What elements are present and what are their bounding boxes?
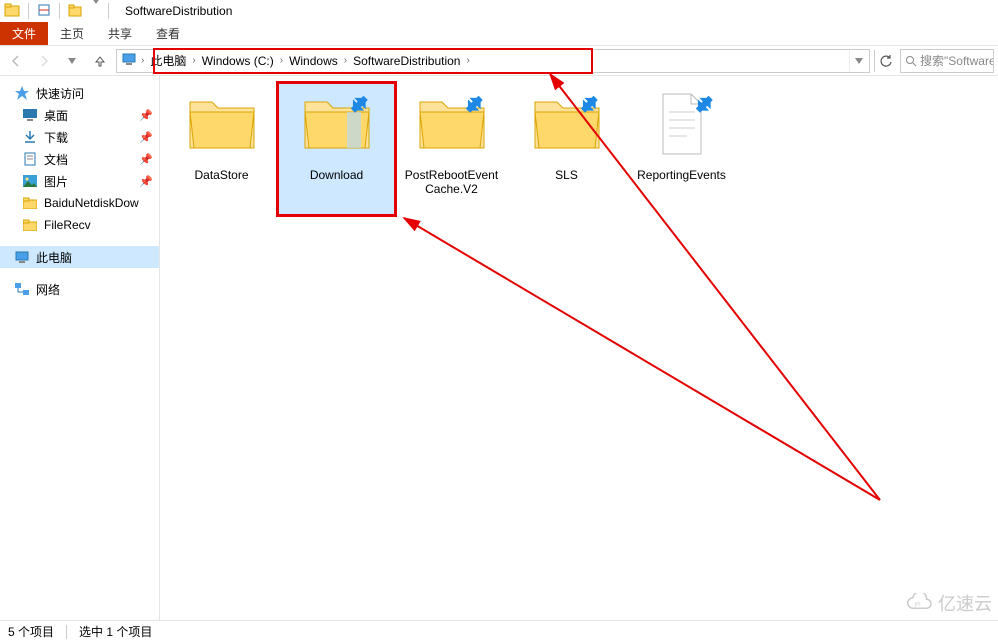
folder-icon xyxy=(531,92,603,164)
file-icon xyxy=(646,92,718,164)
back-button[interactable] xyxy=(4,49,28,73)
crumb-drive[interactable]: Windows (C:) xyxy=(198,54,278,68)
folder-icon xyxy=(416,92,488,164)
share-overlay-icon xyxy=(579,94,601,116)
share-overlay-icon xyxy=(464,94,486,116)
sidebar-label: 网络 xyxy=(36,281,60,298)
folder-icon xyxy=(4,2,20,21)
pin-icon: 📌 xyxy=(139,175,153,188)
folder-item[interactable]: DataStore xyxy=(164,84,279,214)
sidebar-item-label: 图片 xyxy=(44,173,68,190)
sidebar-item-downloads[interactable]: 下载 📌 xyxy=(0,126,159,148)
watermark: ys 亿速云 xyxy=(904,590,992,616)
chevron-right-icon[interactable]: › xyxy=(342,55,349,66)
sidebar-item-label: 桌面 xyxy=(44,107,68,124)
sidebar-item-label: 下载 xyxy=(44,129,68,146)
sidebar-item-desktop[interactable]: 桌面 📌 xyxy=(0,104,159,126)
divider xyxy=(66,625,67,639)
pin-icon: 📌 xyxy=(139,109,153,122)
breadcrumb: 此电脑 › Windows (C:) › Windows › SoftwareD… xyxy=(146,50,471,72)
picture-icon xyxy=(22,173,38,189)
chevron-right-icon[interactable]: › xyxy=(278,55,285,66)
ribbon-tabs: 文件 主页 共享 查看 xyxy=(0,22,998,46)
sidebar-label: 快速访问 xyxy=(36,85,84,102)
main-area: 快速访问 桌面 📌 下载 📌 文档 📌 图片 📌 BaiduNetdiskDow Fil… xyxy=(0,76,998,620)
address-bar[interactable]: › 此电脑 › Windows (C:) › Windows › Softwar… xyxy=(116,49,870,73)
forward-button[interactable] xyxy=(32,49,56,73)
divider xyxy=(59,3,60,19)
search-icon xyxy=(905,55,917,67)
sidebar-item-documents[interactable]: 文档 📌 xyxy=(0,148,159,170)
tab-share[interactable]: 共享 xyxy=(96,22,144,45)
qat-dropdown-icon[interactable] xyxy=(92,4,100,18)
status-count: 5 个项目 xyxy=(8,623,54,640)
file-label: Download xyxy=(310,168,363,182)
search-placeholder: 搜索"SoftwareD xyxy=(920,52,994,69)
pc-icon xyxy=(121,52,137,69)
folder-item-selected[interactable]: Download xyxy=(279,84,394,214)
sidebar-network[interactable]: 网络 xyxy=(0,278,159,300)
file-label: DataStore xyxy=(194,168,248,182)
recent-dropdown[interactable] xyxy=(60,49,84,73)
document-icon xyxy=(22,151,38,167)
chevron-right-icon[interactable]: › xyxy=(139,55,146,66)
search-input[interactable]: 搜索"SoftwareD xyxy=(900,49,994,73)
folder-icon xyxy=(22,195,38,211)
file-label: PostRebootEventCache.V2 xyxy=(402,168,502,196)
file-label: ReportingEvents xyxy=(637,168,726,182)
folder-icon xyxy=(186,92,258,164)
sidebar-item-baidu[interactable]: BaiduNetdiskDow xyxy=(0,192,159,214)
share-overlay-icon xyxy=(349,94,371,116)
refresh-button[interactable] xyxy=(874,50,896,72)
sidebar-item-filerecv[interactable]: FileRecv xyxy=(0,214,159,236)
share-overlay-icon xyxy=(694,94,716,116)
file-item[interactable]: ReportingEvents xyxy=(624,84,739,214)
title-bar: SoftwareDistribution xyxy=(0,0,998,22)
sidebar-item-label: BaiduNetdiskDow xyxy=(44,196,139,210)
tab-file[interactable]: 文件 xyxy=(0,22,48,45)
download-icon xyxy=(22,129,38,145)
svg-text:ys: ys xyxy=(915,601,921,607)
file-label: SLS xyxy=(555,168,578,182)
watermark-text: 亿速云 xyxy=(938,590,992,616)
folder-item[interactable]: PostRebootEventCache.V2 xyxy=(394,84,509,214)
cloud-icon: ys xyxy=(904,593,934,613)
address-dropdown[interactable] xyxy=(849,50,867,72)
file-list: DataStore Download PostRebootEventCache.… xyxy=(164,84,994,214)
sidebar-label: 此电脑 xyxy=(36,249,72,266)
properties-icon[interactable] xyxy=(37,3,51,20)
sidebar-item-pictures[interactable]: 图片 📌 xyxy=(0,170,159,192)
desktop-icon xyxy=(22,107,38,123)
tab-home[interactable]: 主页 xyxy=(48,22,96,45)
sidebar-this-pc[interactable]: 此电脑 xyxy=(0,246,159,268)
network-icon xyxy=(14,281,30,297)
pc-icon xyxy=(14,249,30,265)
new-folder-icon[interactable] xyxy=(68,3,84,20)
pin-icon: 📌 xyxy=(139,131,153,144)
folder-item[interactable]: SLS xyxy=(509,84,624,214)
up-button[interactable] xyxy=(88,49,112,73)
pin-icon: 📌 xyxy=(139,153,153,166)
crumb-sd[interactable]: SoftwareDistribution xyxy=(349,54,464,68)
sidebar-quick-access[interactable]: 快速访问 xyxy=(0,82,159,104)
chevron-right-icon[interactable]: › xyxy=(190,55,197,66)
content-pane[interactable]: DataStore Download PostRebootEventCache.… xyxy=(160,76,998,620)
sidebar-item-label: 文档 xyxy=(44,151,68,168)
folder-icon xyxy=(22,217,38,233)
status-selected: 选中 1 个项目 xyxy=(79,623,152,640)
address-row: › 此电脑 › Windows (C:) › Windows › Softwar… xyxy=(0,46,998,76)
tab-view[interactable]: 查看 xyxy=(144,22,192,45)
divider xyxy=(108,3,109,19)
sidebar: 快速访问 桌面 📌 下载 📌 文档 📌 图片 📌 BaiduNetdiskDow Fil… xyxy=(0,76,160,620)
divider xyxy=(28,3,29,19)
status-bar: 5 个项目 选中 1 个项目 xyxy=(0,620,998,642)
star-icon xyxy=(14,85,30,101)
chevron-right-icon[interactable]: › xyxy=(464,55,471,66)
crumb-windows[interactable]: Windows xyxy=(285,54,342,68)
crumb-pc[interactable]: 此电脑 xyxy=(146,52,190,69)
folder-icon xyxy=(301,92,373,164)
window-title: SoftwareDistribution xyxy=(125,4,232,18)
sidebar-item-label: FileRecv xyxy=(44,218,91,232)
quick-access-toolbar xyxy=(4,2,111,21)
